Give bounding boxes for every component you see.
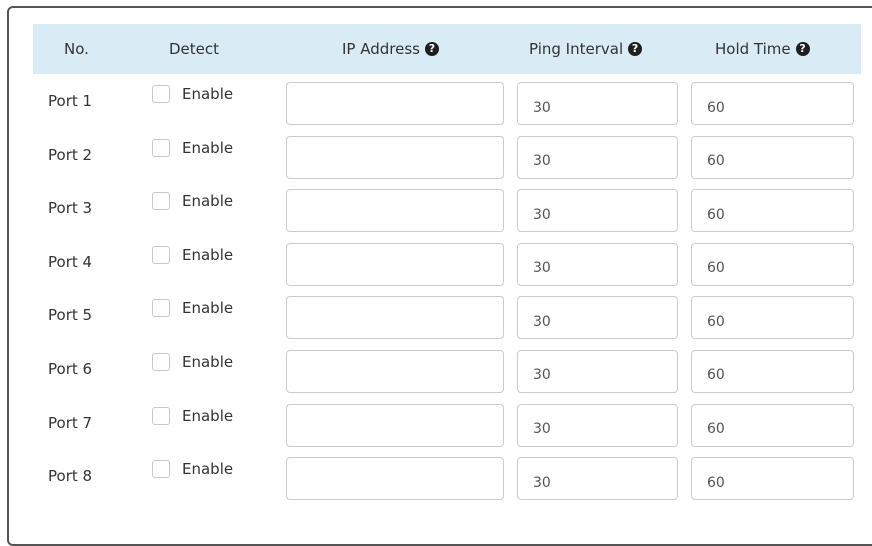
header-detect: Detect (169, 24, 219, 74)
hold-time-input[interactable] (691, 82, 854, 125)
checkbox-box[interactable] (152, 85, 170, 103)
ip-address-input[interactable] (286, 135, 504, 179)
checkbox-box[interactable] (152, 138, 170, 157)
header-ping-interval-label: Ping Interval (529, 40, 624, 58)
detect-enable-checkbox[interactable]: Enable (152, 457, 233, 481)
port-label: Port 5 (48, 306, 93, 325)
ping-interval-input[interactable] (517, 349, 678, 393)
hold-time-input[interactable] (691, 349, 854, 393)
table-row: Port 8 Enable (33, 449, 861, 503)
header-no-label: No. (64, 40, 89, 58)
hold-time-input[interactable] (691, 135, 854, 179)
detect-enable-checkbox[interactable]: Enable (152, 296, 233, 320)
detect-enable-checkbox[interactable]: Enable (152, 350, 233, 374)
ping-interval-input[interactable] (517, 457, 678, 501)
ping-interval-input[interactable] (517, 242, 678, 286)
detect-enable-checkbox[interactable]: Enable (152, 189, 233, 213)
enable-label: Enable (182, 192, 234, 211)
enable-label: Enable (182, 245, 234, 264)
checkbox-box[interactable] (152, 192, 170, 211)
header-hold-time-label: Hold Time (715, 40, 791, 58)
port-label: Port 3 (48, 199, 93, 218)
help-icon[interactable]: ? (628, 42, 643, 56)
port-label: Port 1 (48, 92, 93, 110)
table-header: No. Detect IP Address ? Ping Interval ? … (33, 24, 861, 74)
checkbox-box[interactable] (152, 460, 170, 479)
header-no: No. (64, 24, 89, 74)
ping-interval-input[interactable] (517, 189, 678, 233)
header-ip-address: IP Address ? (342, 24, 439, 74)
ip-address-input[interactable] (286, 403, 504, 447)
table-row: Port 6 Enable (33, 342, 861, 396)
ip-address-input[interactable] (286, 349, 504, 393)
detect-enable-checkbox[interactable]: Enable (152, 243, 233, 267)
table-row: Port 7 Enable (33, 396, 861, 450)
table-row: Port 5 Enable (33, 288, 861, 342)
ip-address-input[interactable] (286, 242, 504, 286)
detect-enable-checkbox[interactable]: Enable (152, 404, 233, 428)
ip-address-input[interactable] (286, 296, 504, 340)
detect-enable-checkbox[interactable]: Enable (152, 82, 233, 106)
ping-interval-input[interactable] (517, 403, 678, 447)
header-hold-time: Hold Time ? (715, 24, 810, 74)
hold-time-input[interactable] (691, 403, 854, 447)
checkbox-box[interactable] (152, 245, 170, 264)
hold-time-input[interactable] (691, 457, 854, 501)
checkbox-box[interactable] (152, 406, 170, 425)
enable-label: Enable (182, 406, 234, 425)
hold-time-input[interactable] (691, 242, 854, 286)
ip-address-input[interactable] (286, 189, 504, 233)
enable-label: Enable (182, 138, 234, 157)
hold-time-input[interactable] (691, 296, 854, 340)
checkbox-box[interactable] (152, 299, 170, 318)
ping-interval-input[interactable] (517, 296, 678, 340)
table-row: Port 3 Enable (33, 181, 861, 235)
port-label: Port 8 (48, 467, 93, 486)
port-label: Port 2 (48, 145, 93, 164)
table-row: Port 4 Enable (33, 235, 861, 289)
ip-address-input[interactable] (286, 82, 504, 125)
ping-interval-input[interactable] (517, 82, 678, 125)
table-body: Port 1 Enable Port 2 Enable Port 3 Enabl (33, 74, 861, 503)
table-row: Port 1 Enable (33, 74, 861, 128)
ip-address-input[interactable] (286, 457, 504, 501)
checkbox-box[interactable] (152, 352, 170, 371)
enable-label: Enable (182, 299, 234, 318)
header-ip-address-label: IP Address (342, 40, 420, 58)
detect-enable-checkbox[interactable]: Enable (152, 136, 233, 160)
port-label: Port 6 (48, 359, 93, 378)
table-row: Port 2 Enable (33, 128, 861, 182)
hold-time-input[interactable] (691, 189, 854, 233)
ping-interval-input[interactable] (517, 135, 678, 179)
help-icon[interactable]: ? (795, 42, 810, 56)
port-label: Port 4 (48, 252, 93, 271)
header-detect-label: Detect (169, 40, 220, 58)
ping-detect-table: No. Detect IP Address ? Ping Interval ? … (33, 24, 861, 503)
enable-label: Enable (182, 460, 234, 479)
enable-label: Enable (182, 85, 234, 103)
port-label: Port 7 (48, 413, 93, 432)
help-icon[interactable]: ? (424, 42, 439, 56)
enable-label: Enable (182, 352, 234, 371)
header-ping-interval: Ping Interval ? (529, 24, 643, 74)
